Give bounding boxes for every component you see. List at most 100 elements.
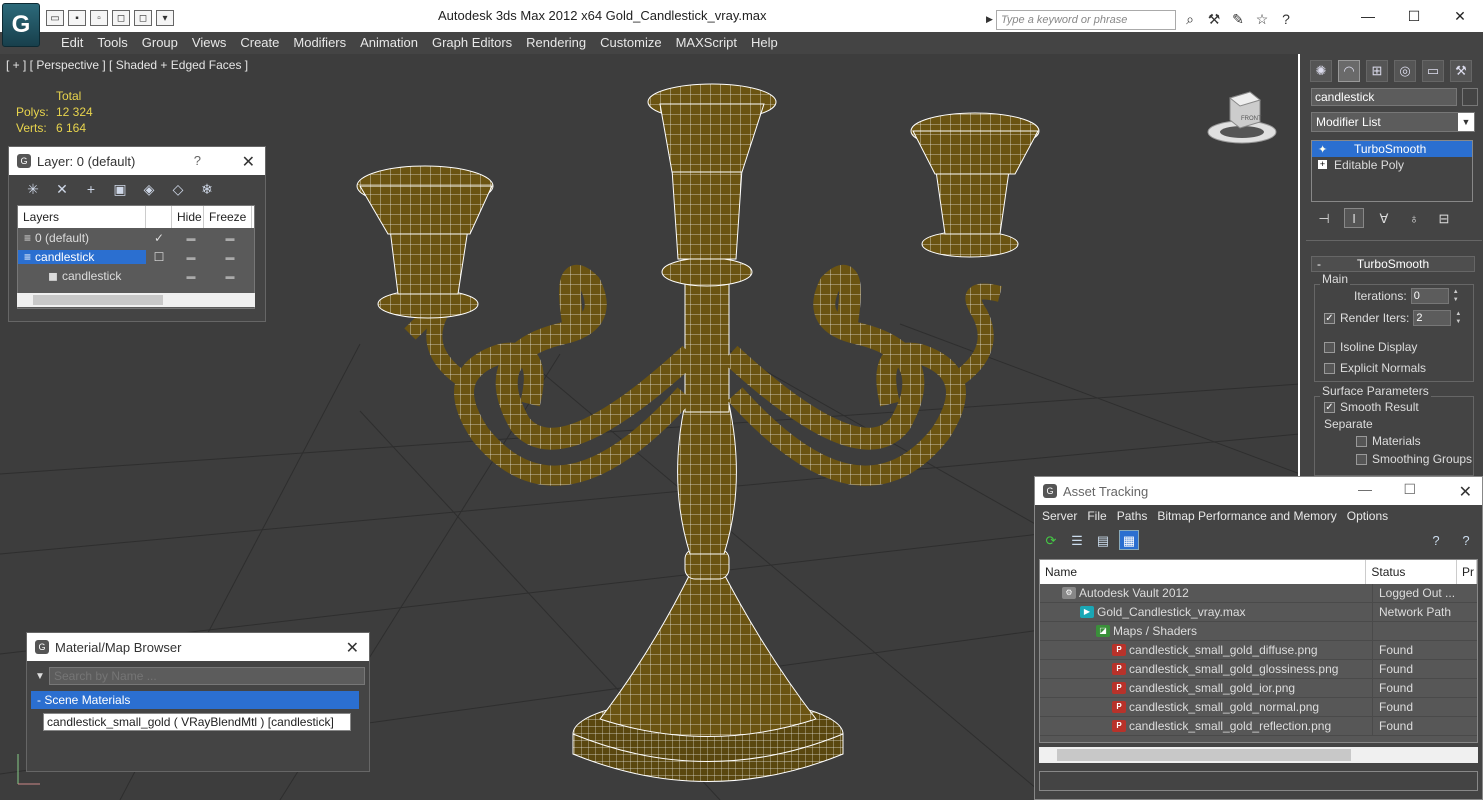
help-icon[interactable]: ? — [1277, 10, 1295, 28]
open-folder-icon[interactable]: ▭ — [46, 10, 64, 26]
menu-maxscript[interactable]: MAXScript — [669, 32, 744, 54]
select-objects-icon[interactable]: ▣ — [110, 179, 130, 199]
menu-views[interactable]: Views — [185, 32, 233, 54]
scene-materials-group[interactable]: - Scene Materials — [31, 691, 359, 709]
minimize-icon[interactable]: — — [1345, 0, 1391, 32]
search-expand-icon[interactable]: ▶ — [986, 14, 993, 25]
minimize-icon[interactable]: — — [1358, 481, 1372, 497]
new-scene-icon[interactable]: ▫ — [90, 10, 108, 26]
show-end-result-icon[interactable]: Ι — [1344, 208, 1364, 228]
menu-rendering[interactable]: Rendering — [519, 32, 593, 54]
current-layer-check[interactable]: ✓ — [146, 231, 172, 245]
col-status[interactable]: Status — [1366, 560, 1457, 584]
subscription-icon[interactable]: ⚒ — [1205, 10, 1223, 28]
configure-sets-icon[interactable]: ⊟ — [1434, 208, 1454, 228]
iterations-spinner[interactable]: 0 — [1410, 288, 1449, 304]
create-tab-icon[interactable]: ✺ — [1310, 60, 1332, 82]
close-icon[interactable]: ✕ — [346, 638, 359, 658]
menu-tools[interactable]: Tools — [90, 32, 134, 54]
render-iters-checkbox[interactable]: ✓ — [1324, 312, 1335, 324]
add-to-layer-icon[interactable]: + — [81, 179, 101, 199]
viewport-label[interactable]: [ + ] [ Perspective ] [ Shaded + Edged F… — [6, 58, 248, 72]
save-icon[interactable]: ▪ — [68, 10, 86, 26]
highlight-layer-icon[interactable]: ◈ — [139, 179, 159, 199]
asset-row[interactable]: Pcandlestick_small_gold_glossiness.png F… — [1040, 660, 1477, 679]
menu-edit[interactable]: Edit — [54, 32, 90, 54]
isoline-checkbox[interactable] — [1324, 341, 1335, 353]
asset-horizontal-scrollbar[interactable] — [1039, 747, 1478, 763]
redo-icon[interactable]: ◻ — [134, 10, 152, 26]
menu-modifiers[interactable]: Modifiers — [286, 32, 353, 54]
freeze-toggle[interactable]: ▬ — [210, 233, 250, 243]
menu-bitmap-performance[interactable]: Bitmap Performance and Memory — [1152, 505, 1341, 527]
stack-item-editable-poly[interactable]: + Editable Poly — [1312, 157, 1472, 173]
favorites-star-icon[interactable]: ☆ — [1253, 10, 1271, 28]
app-logo-button[interactable]: G — [2, 3, 40, 47]
hide-toggle[interactable]: ▬ — [172, 252, 210, 262]
menu-group[interactable]: Group — [135, 32, 185, 54]
expand-plus-icon[interactable]: + — [1318, 160, 1327, 169]
layer-dialog-titlebar[interactable]: G Layer: 0 (default) ? ✕ — [9, 147, 265, 175]
pin-stack-icon[interactable]: ⊣ — [1314, 208, 1334, 228]
close-icon[interactable]: ✕ — [242, 152, 255, 172]
modifier-list-dropdown[interactable]: Modifier List ▼ — [1311, 112, 1475, 132]
communication-icon[interactable]: ✎ — [1229, 10, 1247, 28]
close-icon[interactable]: ✕ — [1459, 482, 1472, 502]
spinner-arrows-icon[interactable]: ▲ ▼ — [1453, 310, 1463, 326]
undo-icon[interactable]: ◻ — [112, 10, 130, 26]
options-dropdown-icon[interactable]: ▼ — [31, 671, 49, 682]
col-freeze[interactable]: Freeze — [204, 206, 252, 228]
render-iters-spinner[interactable]: 2 — [1413, 310, 1452, 326]
menu-paths[interactable]: Paths — [1112, 505, 1153, 527]
stack-item-turbosmooth[interactable]: ✦ TurboSmooth — [1312, 141, 1472, 157]
asset-row[interactable]: ◪ Maps / Shaders — [1040, 622, 1477, 641]
turbosmooth-rollout-header[interactable]: - TurboSmooth — [1311, 256, 1475, 272]
modify-tab-icon[interactable]: ◠ — [1338, 60, 1360, 82]
current-layer-checkbox[interactable]: ☐ — [146, 250, 172, 264]
maximize-icon[interactable]: ☐ — [1403, 481, 1416, 498]
material-item[interactable]: candlestick_small_gold ( VRayBlendMtl ) … — [43, 713, 351, 731]
motion-tab-icon[interactable]: ◎ — [1394, 60, 1416, 82]
asset-row[interactable]: ⚙ Autodesk Vault 2012 Logged Out ... — [1040, 584, 1477, 603]
freeze-toggle[interactable]: ▬ — [210, 252, 250, 262]
menu-animation[interactable]: Animation — [353, 32, 425, 54]
make-unique-icon[interactable]: ∀ — [1374, 208, 1394, 228]
display-tab-icon[interactable]: ▭ — [1422, 60, 1444, 82]
object-color-swatch[interactable] — [1462, 88, 1478, 106]
explicit-normals-checkbox[interactable] — [1324, 362, 1335, 374]
asset-row[interactable]: Pcandlestick_small_gold_normal.png Found — [1040, 698, 1477, 717]
binoculars-icon[interactable]: ⌕ — [1181, 10, 1199, 28]
spinner-arrows-icon[interactable]: ▲ ▼ — [1451, 288, 1461, 304]
col-name[interactable]: Name — [1040, 560, 1367, 584]
menu-options[interactable]: Options — [1342, 505, 1393, 527]
table-view-icon[interactable]: ▦ — [1119, 530, 1139, 550]
refresh-icon[interactable]: ⟳ — [1041, 530, 1061, 550]
list-view-icon[interactable]: ☰ — [1067, 530, 1087, 550]
col-hide[interactable]: Hide — [172, 206, 204, 228]
hide-toggle[interactable]: ▬ — [172, 233, 210, 243]
menu-server[interactable]: Server — [1037, 505, 1082, 527]
asset-row[interactable]: Pcandlestick_small_gold_reflection.png F… — [1040, 717, 1477, 736]
smoothing-groups-checkbox[interactable] — [1356, 453, 1367, 465]
help-info-icon[interactable]: ? — [1426, 530, 1446, 550]
hierarchy-tab-icon[interactable]: ⊞ — [1366, 60, 1388, 82]
maximize-icon[interactable]: ☐ — [1391, 0, 1437, 32]
menu-customize[interactable]: Customize — [593, 32, 668, 54]
utilities-tab-icon[interactable]: ⚒ — [1450, 60, 1472, 82]
object-name-field[interactable]: candlestick — [1311, 88, 1457, 106]
qat-dropdown-icon[interactable]: ▾ — [156, 10, 174, 26]
layer-object-row[interactable]: ◼ candlestick ▬ ▬ — [18, 266, 254, 285]
help-button[interactable]: ? — [194, 153, 201, 168]
menu-help[interactable]: Help — [744, 32, 785, 54]
col-layers[interactable]: Layers — [18, 206, 146, 228]
layer-row-selected[interactable]: ≡ candlestick ☐ ▬ ▬ — [18, 247, 254, 266]
freeze-toggle[interactable]: ▬ — [210, 271, 250, 281]
lightbulb-icon[interactable]: ✦ — [1318, 142, 1327, 158]
asset-tracking-titlebar[interactable]: G Asset Tracking — ☐ ✕ — [1035, 477, 1482, 505]
help-search-input[interactable]: Type a keyword or phrase — [996, 10, 1176, 30]
asset-row[interactable]: ▶ Gold_Candlestick_vray.max Network Path — [1040, 603, 1477, 622]
thumbnail-view-icon[interactable]: ▤ — [1093, 530, 1113, 550]
asset-row[interactable]: Pcandlestick_small_gold_ior.png Found — [1040, 679, 1477, 698]
help-question-icon[interactable]: ? — [1456, 530, 1476, 550]
remove-modifier-icon[interactable]: ♁ — [1404, 208, 1424, 228]
